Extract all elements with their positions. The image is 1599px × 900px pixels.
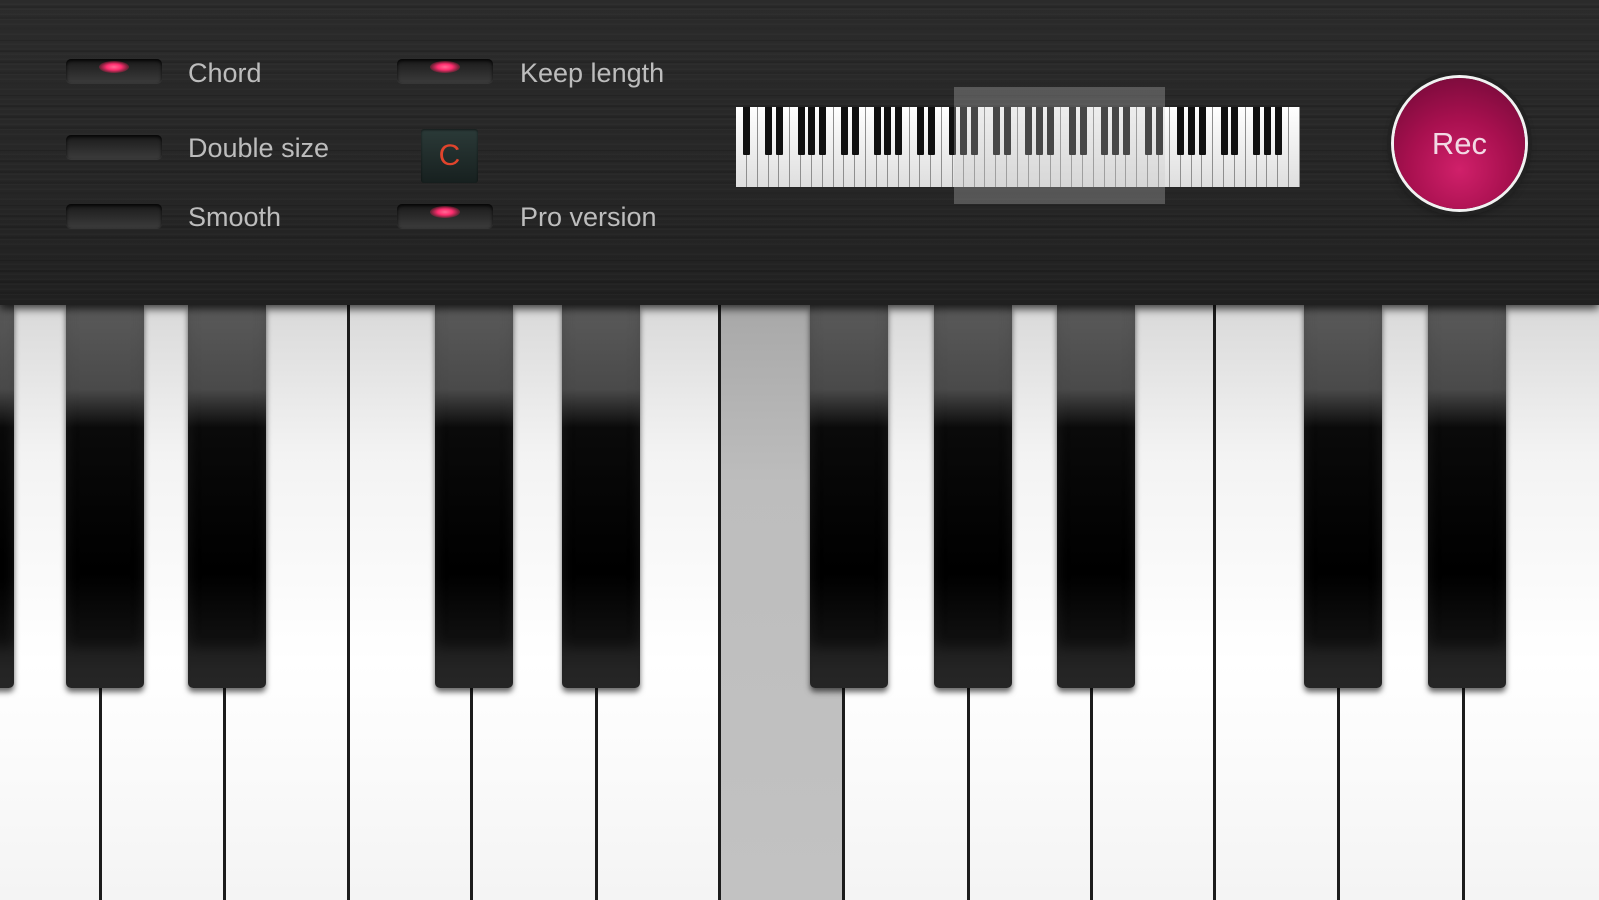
mini-black-key (1253, 107, 1261, 155)
mini-black-key (851, 107, 859, 155)
black-key-8[interactable] (1304, 305, 1382, 688)
mini-black-key (916, 107, 924, 155)
chord-toggle[interactable] (66, 59, 162, 83)
chord-led-icon (99, 61, 129, 73)
record-button[interactable]: Rec (1394, 78, 1525, 209)
black-key-0[interactable] (0, 305, 14, 688)
mini-black-key (797, 107, 805, 155)
mini-black-key (895, 107, 903, 155)
smooth-toggle[interactable] (66, 204, 162, 228)
black-key-7[interactable] (1057, 305, 1135, 688)
mini-black-key (873, 107, 881, 155)
smooth-label: Smooth (188, 202, 282, 232)
mini-black-key (1263, 107, 1271, 155)
mini-black-key (1198, 107, 1206, 155)
black-key-5[interactable] (810, 305, 888, 688)
black-key-6[interactable] (934, 305, 1012, 688)
mini-black-key (840, 107, 848, 155)
mini-black-key (1188, 107, 1196, 155)
keep-length-toggle[interactable] (397, 59, 493, 83)
black-key-4[interactable] (562, 305, 640, 688)
pro-version-led-icon (430, 206, 460, 218)
mini-black-key (884, 107, 892, 155)
pro-version-label: Pro version (520, 202, 657, 232)
black-key-2[interactable] (188, 305, 266, 688)
keep-length-led-icon (430, 61, 460, 73)
mini-black-key (1220, 107, 1228, 155)
control-panel: Chord Keep length Double size C Smooth P… (0, 0, 1599, 305)
pro-version-toggle[interactable] (397, 204, 493, 228)
mini-black-key (765, 107, 773, 155)
mini-black-key (1231, 107, 1239, 155)
chord-label: Chord (188, 58, 262, 88)
mini-white-key (1289, 107, 1300, 187)
mini-black-key (819, 107, 827, 155)
black-key-3[interactable] (435, 305, 513, 688)
mini-black-key (808, 107, 816, 155)
mini-black-key (927, 107, 935, 155)
keep-length-label: Keep length (520, 58, 665, 88)
mini-black-key (1274, 107, 1282, 155)
mini-black-key (743, 107, 751, 155)
double-size-label: Double size (188, 133, 330, 163)
key-selector-button[interactable]: C (421, 129, 478, 183)
black-key-9[interactable] (1428, 305, 1506, 688)
mini-black-key (1177, 107, 1185, 155)
black-key-1[interactable] (66, 305, 144, 688)
piano-keyboard (0, 305, 1599, 900)
keyboard-viewport-selector[interactable] (954, 87, 1165, 204)
double-size-toggle[interactable] (66, 135, 162, 159)
mini-black-key (775, 107, 783, 155)
